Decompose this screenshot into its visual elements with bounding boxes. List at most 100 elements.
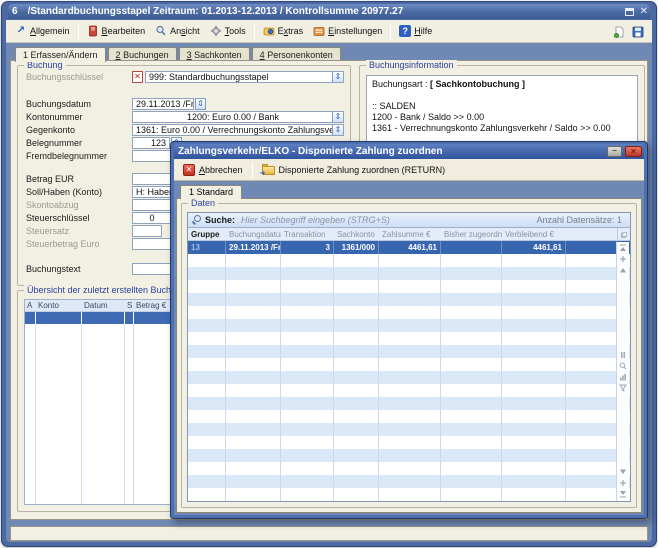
dialog-zahlung-zuordnen: Zahlungsverkehr/ELKO - Disponierte Zahlu… [170, 141, 648, 519]
tab-erfassen-aendern[interactable]: 1 Erfassen/Ändern [15, 47, 106, 62]
col-sachkonto[interactable]: Sachkonto [334, 228, 379, 240]
search-input[interactable]: Hier Suchbegriff eingeben (STRG+S) [241, 215, 390, 225]
empty-table-row[interactable] [188, 397, 630, 410]
empty-table-row[interactable] [188, 332, 630, 345]
main-tabstrip: 1 Erfassen/Ändern 2 Buchungen 3 Sachkont… [15, 47, 341, 61]
col-datum: Datum [82, 300, 125, 311]
menubar: ↗ Allgemein Bearbeiten Ansicht [6, 20, 652, 43]
tab-sachkonten[interactable]: 3 Sachkonten [179, 47, 250, 61]
chart-icon[interactable] [619, 373, 627, 381]
buchungsdatum-field[interactable]: 29.11.2013 /Fr [132, 98, 194, 110]
scroll-up-icon[interactable] [619, 266, 627, 274]
cell-sachkonto: 1361/000 [334, 241, 379, 254]
group-buchungsinformation-label: Buchungsinformation [366, 60, 457, 70]
kontonummer-label: Kontonummer [26, 112, 83, 122]
insert-row-icon[interactable] [619, 255, 627, 263]
belegnummer-field[interactable]: 123 [132, 137, 170, 149]
belegnummer-label: Belegnummer [26, 138, 82, 148]
new-document-icon[interactable] [613, 25, 625, 37]
empty-table-row[interactable] [188, 449, 630, 462]
menu-extras[interactable]: Extras [258, 23, 309, 39]
saldo-line-1200: 1200 - Bank / Saldo >> 0.00 [372, 112, 632, 123]
menu-bearbeiten[interactable]: Bearbeiten [82, 23, 151, 39]
menu-ansicht[interactable]: Ansicht [150, 23, 205, 39]
tab-buchungen[interactable]: 2 Buchungen [108, 47, 177, 61]
empty-table-row[interactable] [188, 254, 630, 267]
steuerschluessel-field[interactable]: 0 [132, 212, 172, 224]
empty-table-row[interactable] [188, 436, 630, 449]
col-zahlsumme[interactable]: Zahlsumme € [379, 228, 441, 240]
empty-table-row[interactable] [188, 306, 630, 319]
empty-table-row[interactable] [188, 488, 630, 501]
copy-table-icon[interactable] [617, 228, 630, 240]
gear-icon [210, 25, 222, 37]
menu-separator [390, 23, 391, 39]
col-a: A [25, 300, 36, 311]
scroll-to-top-icon[interactable] [619, 244, 627, 252]
dialog-tab-standard[interactable]: 1 Standard [180, 185, 242, 199]
grid-search-icon[interactable] [619, 362, 627, 370]
col-transaktion[interactable]: Transaktion [281, 228, 334, 240]
tab-personenkonten[interactable]: 4 Personenkonten [252, 47, 341, 61]
empty-table-row[interactable] [188, 280, 630, 293]
gegenkonto-combobox[interactable]: 1361: Euro 0.00 / Verrechnungskonto Zahl… [132, 124, 344, 136]
search-bar[interactable]: Suche: Hier Suchbegriff eingeben (STRG+S… [188, 213, 630, 228]
scroll-down-icon[interactable] [619, 468, 627, 476]
buchungsinformation-text: Buchungsart : [ Sachkontobuchung ] :: SA… [366, 75, 638, 145]
scroll-to-bottom-icon[interactable] [619, 490, 627, 498]
col-verbleibend[interactable]: Verbleibend € [502, 228, 566, 240]
menu-allgemein[interactable]: ↗ Allgemein [10, 23, 75, 39]
append-row-icon[interactable] [619, 479, 627, 487]
clear-red-x-icon[interactable]: ✕ [132, 71, 143, 83]
toolbar-right [613, 25, 648, 37]
menu-einstellungen[interactable]: Einstellungen [308, 23, 387, 39]
empty-table-row[interactable] [188, 358, 630, 371]
dialog-table-header: Gruppe Buchungsdatum Transaktion Sachkon… [188, 228, 630, 241]
empty-table-row[interactable] [188, 423, 630, 436]
empty-table-row[interactable] [188, 475, 630, 488]
date-spinner-icon[interactable]: ⇕ [195, 98, 206, 110]
zuordnen-button[interactable]: ➜ Disponierte Zahlung zuordnen (RETURN) [257, 162, 451, 177]
restore-window-icon[interactable] [625, 8, 634, 16]
soll-haben-label: Soll/Haben (Konto) [26, 187, 102, 197]
edit-notebook-icon [87, 25, 99, 37]
dialog-close-icon[interactable]: ✕ [625, 146, 642, 157]
assign-folder-icon: ➜ [262, 164, 275, 175]
cell-buchungsdatum: 29.11.2013 /Fr [226, 241, 281, 254]
menu-tools[interactable]: Tools [205, 23, 251, 39]
steuersatz-label: Steuersatz [26, 226, 69, 236]
col-bisher-zugeordnet[interactable]: Bisher zugeordnet [441, 228, 502, 240]
abbrechen-button[interactable]: ✕ Abbrechen [178, 162, 248, 178]
empty-table-row[interactable] [188, 384, 630, 397]
filter-icon[interactable] [619, 384, 627, 392]
buchungsdatum-label: Buchungsdatum [26, 99, 91, 109]
col-buchungsdatum[interactable]: Buchungsdatum [226, 228, 281, 240]
steuersatz-field[interactable] [132, 225, 162, 237]
selected-payment-row[interactable]: 13 29.11.2013 /Fr 3 1361/000 4461,61 446… [188, 241, 630, 254]
empty-table-row[interactable] [188, 345, 630, 358]
col-gruppe[interactable]: Gruppe [188, 228, 226, 240]
dropdown-arrow-icon[interactable]: ⇕ [332, 112, 343, 122]
dialog-minimize-icon[interactable]: − [607, 146, 622, 157]
empty-table-row[interactable] [188, 293, 630, 306]
empty-table-row[interactable] [188, 267, 630, 280]
dropdown-arrow-icon[interactable]: ⇕ [332, 125, 343, 135]
dropdown-arrow-icon[interactable]: ⇕ [332, 72, 343, 82]
cell-gruppe: 13 [188, 241, 226, 254]
close-window-icon[interactable]: ✕ [640, 8, 648, 16]
empty-table-row[interactable] [188, 462, 630, 475]
buchungsschluessel-combobox[interactable]: 999: Standardbuchungsstapel ⇕ [145, 71, 344, 83]
save-icon[interactable] [632, 25, 644, 37]
group-daten: Daten Suche: Hier Suchbegriff eingeben (… [181, 203, 637, 508]
cell-zahlsumme: 4461,61 [379, 241, 441, 254]
kontonummer-combobox[interactable]: 1200: Euro 0.00 / Bank ⇕ [132, 111, 344, 123]
window-number: 6 [12, 6, 18, 17]
empty-table-row[interactable] [188, 371, 630, 384]
empty-table-row[interactable] [188, 410, 630, 423]
menu-hilfe[interactable]: ? Hilfe [394, 23, 437, 39]
buchungsart-value: [ Sachkontobuchung ] [430, 79, 525, 89]
columns-icon[interactable] [619, 351, 627, 359]
empty-table-row[interactable] [188, 319, 630, 332]
search-icon [192, 215, 202, 225]
cell-transaktion: 3 [281, 241, 334, 254]
